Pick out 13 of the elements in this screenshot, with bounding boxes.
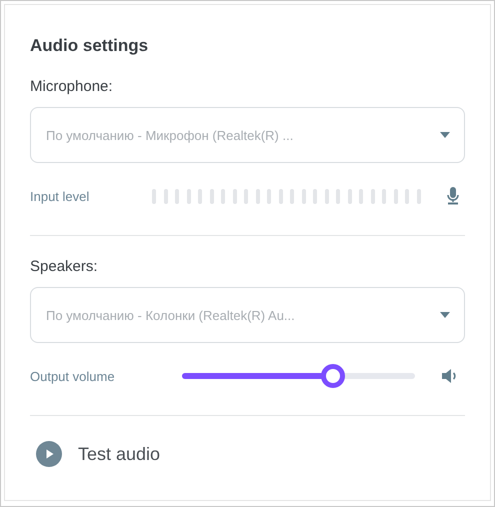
device-dropdown[interactable]: По умолчанию - Микрофон (Realtek(R) ... xyxy=(30,107,465,163)
device-dropdown[interactable]: По умолчанию - Колонки (Realtek(R) Au... xyxy=(30,287,465,343)
slider-thumb[interactable] xyxy=(321,364,346,388)
caret-icon xyxy=(440,312,450,318)
microphone-icon xyxy=(447,187,459,205)
play-icon xyxy=(36,441,62,467)
test-audio-button[interactable]: Test audio xyxy=(30,441,160,467)
field-label: Speakers: xyxy=(30,258,99,275)
caret-icon xyxy=(440,132,450,138)
meter-label: Input level xyxy=(30,188,90,204)
field-label: Microphone: xyxy=(30,78,114,95)
slider-label: Output volume xyxy=(30,368,116,384)
section-title: Audio settings xyxy=(30,36,150,56)
